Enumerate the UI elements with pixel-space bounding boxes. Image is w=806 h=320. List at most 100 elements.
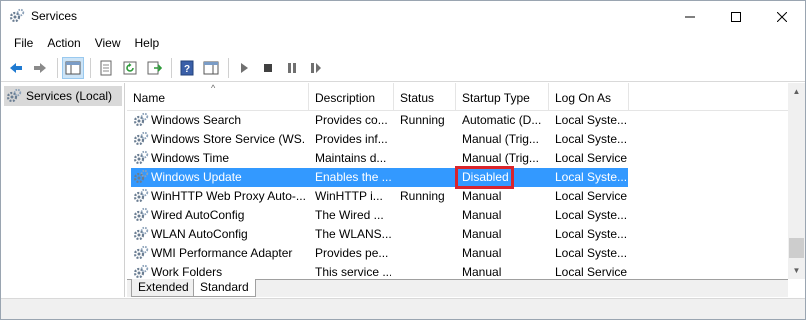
column-header-startup-type[interactable]: Startup Type: [456, 83, 549, 111]
cell-logon: Local Service: [555, 151, 627, 165]
menu-help[interactable]: Help: [128, 33, 167, 53]
cell-description: Enables the ...: [315, 170, 391, 184]
tab-extended[interactable]: Extended: [131, 279, 196, 297]
forward-arrow-icon: [34, 62, 46, 73]
services-gear-icon: [9, 8, 25, 23]
toolbar-separator: [90, 57, 91, 78]
column-header-name[interactable]: ^ Name: [127, 83, 309, 111]
cell-description: WinHTTP i...: [315, 189, 383, 203]
service-row[interactable]: WLAN AutoConfig The WLANS... Manual Local S…: [127, 225, 627, 244]
column-header-name-label: Name: [133, 91, 166, 105]
service-gear-icon: [133, 150, 149, 165]
service-row[interactable]: Windows Search Provides co... Running Autom…: [127, 111, 627, 130]
cell-logon: Local Service: [555, 265, 627, 279]
refresh-button[interactable]: [119, 57, 141, 79]
help-book-icon: ?: [180, 60, 194, 75]
column-header-log-on-as[interactable]: Log On As: [549, 83, 629, 111]
services-gear-icon: [6, 88, 22, 103]
export-list-icon: [147, 61, 162, 74]
restart-service-button[interactable]: [305, 57, 327, 79]
play-icon: [241, 62, 248, 73]
title-bar: Services: [1, 1, 805, 32]
minimize-button[interactable]: [667, 1, 713, 32]
service-gear-icon: [133, 226, 149, 241]
console-tree-icon: [65, 61, 81, 74]
close-button[interactable]: [759, 1, 805, 32]
service-row[interactable]: Wired AutoConfig The Wired ... Manual Local…: [127, 206, 627, 225]
window-title: Services: [31, 9, 78, 23]
cell-description: Provides inf...: [315, 132, 388, 146]
menu-file[interactable]: File: [7, 33, 40, 53]
restart-icon: [311, 62, 321, 73]
refresh-icon: [123, 61, 137, 74]
toolbar-separator: [228, 57, 229, 78]
stop-service-button[interactable]: [257, 57, 279, 79]
cell-description: Provides pe...: [315, 246, 389, 260]
cell-status: Running: [400, 113, 445, 127]
services-window: Services File Action View Help ? Service…: [0, 0, 806, 320]
cell-logon: Local Syste...: [555, 113, 627, 127]
tree-item-services-local[interactable]: Services (Local): [4, 86, 122, 106]
tree-item-label: Services (Local): [26, 89, 113, 103]
cell-description: Provides co...: [315, 113, 388, 127]
forward-button[interactable]: [29, 57, 51, 79]
service-row[interactable]: Windows Update Enables the ... Disabled Loc…: [127, 166, 628, 189]
cell-logon: Local Syste...: [555, 170, 627, 184]
cell-name: Wired AutoConfig: [151, 208, 245, 222]
cell-startup: Manual (Trig...: [462, 151, 539, 165]
console-tree: Services (Local): [1, 83, 125, 297]
cell-startup: Manual: [462, 246, 502, 260]
pause-icon: [288, 62, 296, 73]
show-hide-console-tree-button[interactable]: [62, 56, 84, 79]
toolbar: ?: [1, 54, 805, 82]
action-pane-icon: [203, 61, 219, 74]
cell-status: [400, 264, 454, 279]
cell-status: [400, 131, 454, 148]
back-button[interactable]: [5, 57, 27, 79]
toolbar-separator: [171, 57, 172, 78]
service-row[interactable]: WinHTTP Web Proxy Auto-... WinHTTP i... Ru…: [127, 187, 627, 206]
stop-icon: [264, 63, 272, 72]
cell-logon: Local Syste...: [555, 246, 627, 260]
column-header-description[interactable]: Description: [309, 83, 394, 111]
cell-status: [400, 150, 454, 167]
column-header-description-label: Description: [315, 91, 376, 105]
scroll-down-arrow-icon[interactable]: ▼: [788, 262, 805, 279]
cell-name: WinHTTP Web Proxy Auto-...: [151, 189, 306, 203]
start-service-button[interactable]: [233, 57, 255, 79]
status-bar: [1, 298, 805, 319]
maximize-button[interactable]: [713, 1, 759, 32]
startup-type-highlight-box: [455, 166, 514, 189]
service-row[interactable]: WMI Performance Adapter Provides pe... Man…: [127, 244, 627, 263]
cell-name: Windows Time: [151, 151, 230, 165]
properties-icon: [100, 60, 112, 75]
cell-description: The Wired ...: [315, 208, 384, 222]
properties-button[interactable]: [95, 57, 117, 79]
menu-view[interactable]: View: [88, 33, 128, 53]
cell-logon: Local Syste...: [555, 208, 627, 222]
tab-standard[interactable]: Standard: [193, 279, 256, 297]
maximize-icon: [731, 11, 741, 22]
service-gear-icon: [133, 245, 149, 260]
cell-startup: Manual: [462, 189, 502, 203]
service-row[interactable]: Work Folders This service ... Manual Local …: [127, 263, 627, 279]
service-row[interactable]: Windows Time Maintains d... Manual (Trig..…: [127, 149, 627, 168]
service-gear-icon: [133, 131, 149, 146]
help-button[interactable]: ?: [176, 57, 198, 79]
cell-name: Windows Search: [151, 113, 242, 127]
service-row[interactable]: Windows Store Service (WS... Provides inf…: [127, 130, 627, 149]
list-header: ^ Name Description Status Startup Type L…: [127, 83, 805, 111]
service-gear-icon: [133, 112, 149, 127]
scroll-up-arrow-icon[interactable]: ▲: [788, 83, 805, 100]
menu-action[interactable]: Action: [40, 33, 87, 53]
show-action-pane-button[interactable]: [200, 57, 222, 79]
cell-startup: Manual: [462, 208, 502, 222]
vertical-scrollbar[interactable]: ▲ ▼: [788, 83, 805, 279]
cell-startup: Manual: [462, 265, 502, 279]
export-list-button[interactable]: [143, 57, 165, 79]
service-gear-icon: [133, 188, 149, 203]
pause-service-button[interactable]: [281, 57, 303, 79]
column-header-status[interactable]: Status: [394, 83, 456, 111]
cell-name: Windows Update: [151, 170, 242, 184]
scrollbar-thumb[interactable]: [789, 238, 804, 258]
